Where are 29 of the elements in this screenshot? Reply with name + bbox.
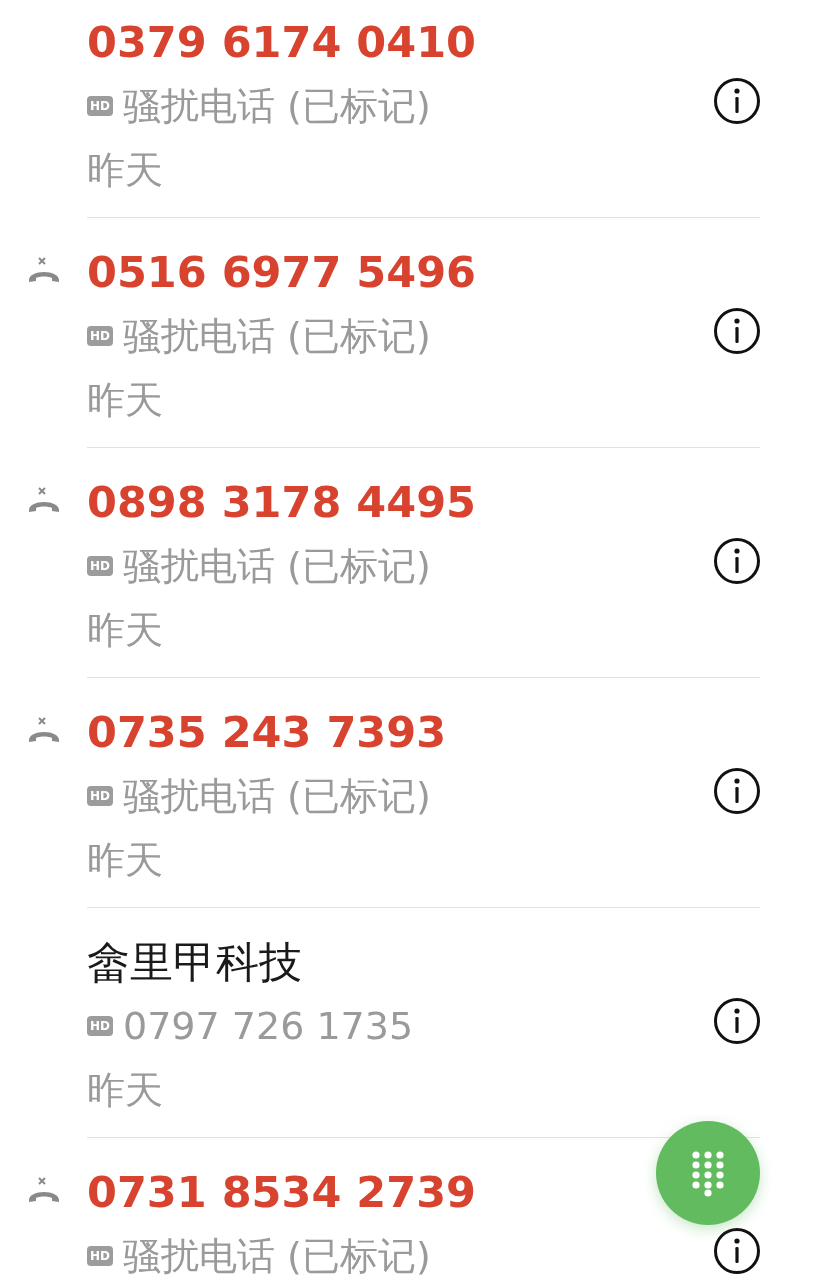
call-label: 骚扰电话 (已标记) bbox=[123, 1232, 431, 1280]
phone-number: 0516 6977 5496 bbox=[87, 246, 476, 299]
info-button[interactable] bbox=[714, 308, 760, 354]
call-date: 昨天 bbox=[87, 607, 164, 654]
hd-badge: HD bbox=[87, 556, 113, 576]
call-date: 昨天 bbox=[87, 1067, 164, 1114]
phone-number: 0735 243 7393 bbox=[87, 706, 447, 759]
info-button[interactable] bbox=[714, 78, 760, 124]
contact-name: 畲里甲科技 bbox=[87, 936, 302, 989]
call-label: 骚扰电话 (已标记) bbox=[123, 312, 431, 360]
info-button[interactable] bbox=[714, 538, 760, 584]
hd-badge: HD bbox=[87, 786, 113, 806]
hd-badge: HD bbox=[87, 326, 113, 346]
info-button[interactable] bbox=[714, 768, 760, 814]
call-date: 昨天 bbox=[87, 147, 164, 194]
phone-number: 0731 8534 2739 bbox=[87, 1166, 476, 1219]
call-label: 骚扰电话 (已标记) bbox=[123, 542, 431, 590]
call-date: 昨天 bbox=[87, 837, 164, 884]
hd-badge: HD bbox=[87, 1246, 113, 1266]
info-button[interactable] bbox=[714, 998, 760, 1044]
hd-badge: HD bbox=[87, 96, 113, 116]
call-label: 骚扰电话 (已标记) bbox=[123, 772, 431, 820]
phone-number: 0898 3178 4495 bbox=[87, 476, 476, 529]
phone-number: 0797 726 1735 bbox=[123, 1004, 414, 1048]
info-button[interactable] bbox=[714, 1228, 760, 1274]
phone-number: 0379 6174 0410 bbox=[87, 16, 476, 69]
call-date: 昨天 bbox=[87, 377, 164, 424]
call-label: 骚扰电话 (已标记) bbox=[123, 82, 431, 130]
hd-badge: HD bbox=[87, 1016, 113, 1036]
